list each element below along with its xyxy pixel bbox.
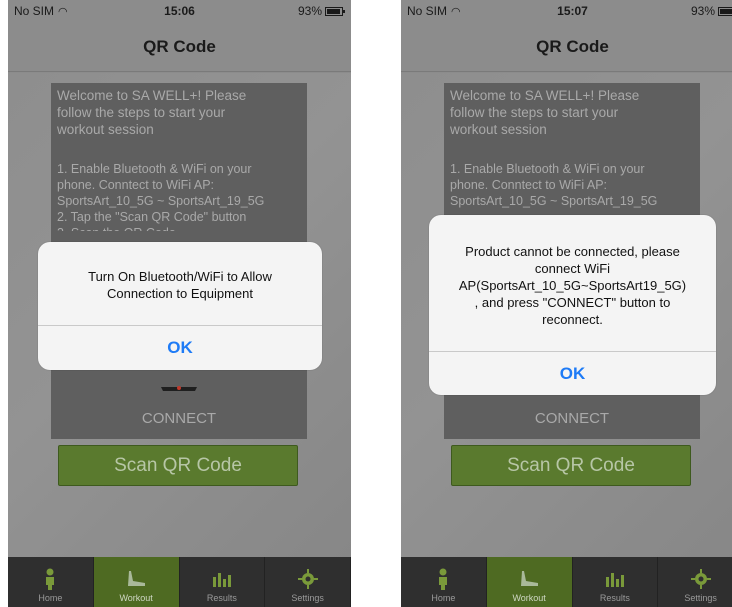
tab-workout[interactable]: Workout: [486, 557, 573, 607]
person-icon: [39, 568, 61, 590]
tab-settings-label: Settings: [291, 593, 324, 603]
tab-home-label: Home: [431, 593, 456, 603]
alert-ok-button[interactable]: OK: [38, 326, 322, 370]
connect-button[interactable]: CONNECT: [51, 410, 307, 427]
battery-status: 93%: [691, 4, 732, 18]
bar-chart-icon: [604, 568, 626, 590]
tab-workout[interactable]: Workout: [93, 557, 180, 607]
navigation-bar: QR Code: [8, 22, 351, 72]
tab-settings-label: Settings: [684, 593, 717, 603]
tab-bar: Home Workout Results Settings: [401, 557, 732, 607]
battery-icon: [718, 6, 732, 16]
battery-percent: 93%: [297, 4, 322, 18]
bluetooth-alert-dialog: Turn On Bluetooth/WiFi to Allow Connecti…: [38, 242, 322, 370]
connection-error-alert-dialog: Product cannot be connected, please conn…: [429, 215, 716, 395]
navigation-bar: QR Code: [401, 22, 732, 72]
treadmill-icon: [161, 386, 197, 391]
treadmill-icon: [125, 568, 147, 590]
tab-settings[interactable]: Settings: [265, 557, 351, 607]
battery-status: 93%: [297, 4, 345, 18]
battery-percent: 93%: [690, 4, 715, 18]
treadmill-icon: [518, 568, 540, 590]
tab-home-label: Home: [38, 593, 63, 603]
alert-message: Turn On Bluetooth/WiFi to Allow Connecti…: [88, 269, 272, 301]
gear-icon: [297, 568, 319, 590]
phone-screen-right: No SIM ◠ 15:07 93% QR Code Welcome to SA …: [401, 0, 732, 607]
tab-settings[interactable]: Settings: [658, 557, 732, 607]
tab-workout-label: Workout: [512, 593, 546, 603]
status-bar: No SIM ◠ 15:07 93%: [401, 0, 732, 22]
person-icon: [432, 568, 454, 590]
status-bar: No SIM ◠ 15:06 93%: [8, 0, 351, 22]
bar-chart-icon: [211, 568, 233, 590]
tab-home[interactable]: Home: [401, 557, 487, 607]
connect-button[interactable]: CONNECT: [444, 410, 700, 427]
scan-qr-code-button[interactable]: Scan QR Code: [451, 445, 691, 486]
tab-workout-label: Workout: [119, 593, 153, 603]
welcome-text: Welcome to SA WELL+! Please follow the s…: [57, 88, 247, 137]
tab-home[interactable]: Home: [8, 557, 94, 607]
phone-screen-left: No SIM ◠ 15:06 93% QR Code Welcome to SA …: [8, 0, 351, 607]
alert-ok-button[interactable]: OK: [429, 352, 716, 395]
tab-results[interactable]: Results: [180, 557, 266, 607]
page-title: QR Code: [143, 36, 216, 56]
scan-qr-code-button[interactable]: Scan QR Code: [58, 445, 298, 486]
battery-icon: [325, 6, 345, 16]
tab-bar: Home Workout Results Settings: [8, 557, 351, 607]
tab-results-label: Results: [206, 593, 237, 603]
tab-results-label: Results: [599, 593, 630, 603]
tab-results[interactable]: Results: [573, 557, 659, 607]
clock: 15:07: [557, 4, 588, 18]
instructions-list: 1. Enable Bluetooth & WiFi on your phone…: [57, 162, 265, 231]
page-title: QR Code: [536, 36, 609, 56]
gear-icon: [690, 568, 712, 590]
welcome-text: Welcome to SA WELL+! Please follow the s…: [450, 88, 640, 137]
alert-message: Product cannot be connected, please conn…: [458, 244, 687, 327]
